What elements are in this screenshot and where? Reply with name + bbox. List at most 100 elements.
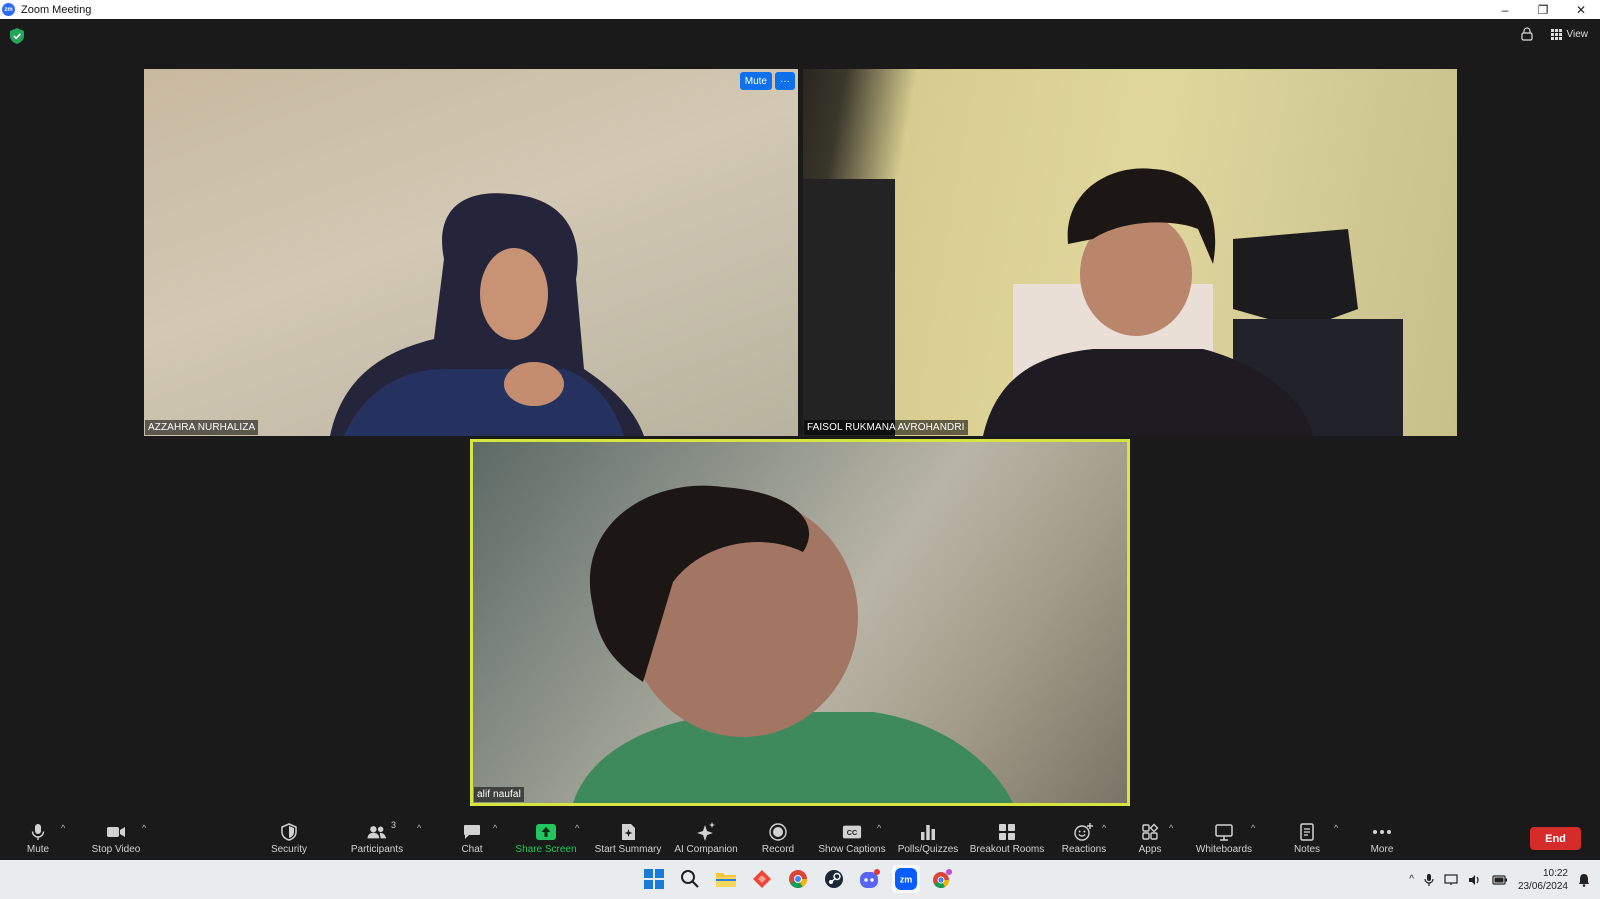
clock-date: 23/06/2024 [1517,880,1568,892]
show-captions-label: Show Captions [818,844,886,855]
apps-icon [1142,823,1159,840]
tile-mute-button[interactable]: Mute [739,72,772,90]
record-button[interactable]: Record [761,817,795,860]
participants-label: Participants [350,844,404,855]
meeting-area: View Mute ··· AZZAHRA NURHALIZA FAISOL R… [0,19,1600,817]
volume-icon[interactable] [1468,874,1482,886]
polls-button[interactable]: Polls/Quizzes [897,817,959,860]
breakout-rooms-icon [999,824,1015,840]
system-tray: ^ 10:22 23/06/2024 [1409,860,1590,899]
reactions-options-caret[interactable]: ^ [1102,823,1106,833]
participants-button[interactable]: 3 Participants [349,817,405,860]
notes-label: Notes [1293,844,1321,855]
zoom-label: zm [900,875,913,885]
view-button[interactable]: View [1550,28,1589,40]
closed-captions-icon: CC [842,825,862,839]
reactions-button[interactable]: Reactions [1062,817,1106,860]
notes-icon [1300,823,1314,841]
share-options-caret[interactable]: ^ [575,823,579,833]
participant-video-faisol [803,168,1403,436]
reactions-icon [1074,823,1093,841]
mute-button[interactable]: Mute [22,817,54,860]
stop-video-label: Stop Video [91,844,141,855]
tile-more-button[interactable]: ··· [775,72,795,90]
chrome-icon[interactable] [784,865,812,893]
captions-options-caret[interactable]: ^ [877,823,881,833]
discord-icon[interactable] [856,865,884,893]
chat-label: Chat [461,844,483,855]
apps-button[interactable]: Apps [1139,817,1161,860]
apps-label: Apps [1138,844,1162,855]
minimize-button[interactable]: – [1486,0,1524,19]
video-tile-alif[interactable]: alif naufal [470,439,1130,806]
participant-video-alif [573,485,1013,803]
stop-video-button[interactable]: Stop Video [88,817,144,860]
tile-actions: Mute ··· [739,72,795,90]
record-label: Record [761,844,795,855]
security-button[interactable]: Security [266,817,312,860]
tray-microphone-icon[interactable] [1424,873,1434,887]
steam-icon[interactable] [820,865,848,893]
participants-options-caret[interactable]: ^ [417,823,421,833]
search-icon[interactable] [676,865,704,893]
windows-taskbar: zm ^ 10:22 23/06/2024 [0,860,1600,899]
chat-icon [464,825,480,839]
reactions-label: Reactions [1061,844,1107,855]
ai-companion-button[interactable]: AI Companion [673,817,739,860]
shield-icon [281,823,297,841]
participant-name: AZZAHRA NURHALIZA [145,420,259,435]
immersive-view-icon[interactable] [1520,27,1533,41]
more-button[interactable]: More [1369,817,1395,860]
end-meeting-button[interactable]: End [1530,827,1581,850]
video-tile-faisol[interactable]: FAISOL RUKMANA AVROHANDRI [803,69,1457,436]
video-options-caret[interactable]: ^ [142,823,146,833]
zoom-icon[interactable]: zm [892,865,920,893]
whiteboards-options-caret[interactable]: ^ [1251,823,1255,833]
whiteboard-icon [1215,824,1233,841]
participant-name: FAISOL RUKMANA AVROHANDRI [804,420,968,435]
video-camera-icon [107,827,125,837]
encryption-shield-icon[interactable] [10,28,24,44]
chrome-profile-icon[interactable] [928,865,956,893]
participants-icon [367,826,387,839]
whiteboards-label: Whiteboards [1195,844,1253,855]
windows-start-icon[interactable] [640,865,668,893]
breakout-rooms-button[interactable]: Breakout Rooms [970,817,1044,860]
summary-icon [622,824,635,840]
tray-overflow-chevron[interactable]: ^ [1409,874,1414,885]
battery-icon[interactable] [1492,874,1508,885]
clock-time: 10:22 [1542,867,1568,879]
anydesk-icon[interactable] [748,865,776,893]
window-controls: – ❐ ✕ [1486,0,1600,19]
video-tile-azzahra[interactable]: Mute ··· AZZAHRA NURHALIZA [144,69,798,436]
mute-label: Mute [26,844,50,855]
whiteboards-button[interactable]: Whiteboards [1194,817,1254,860]
start-summary-label: Start Summary [594,844,662,855]
file-explorer-icon[interactable] [712,865,740,893]
notification-bell-icon[interactable] [1578,873,1590,887]
svg-text:CC: CC [847,828,858,837]
network-icon[interactable] [1444,873,1458,886]
more-dots-icon [1373,830,1391,834]
window-titlebar: zm Zoom Meeting – ❐ ✕ [0,0,1600,19]
share-screen-button[interactable]: Share Screen [515,817,577,860]
chat-button[interactable]: Chat [457,817,487,860]
ai-sparkle-icon [697,822,715,841]
show-captions-button[interactable]: CC Show Captions [818,817,886,860]
apps-options-caret[interactable]: ^ [1169,823,1173,833]
participants-count: 3 [390,820,396,830]
notes-button[interactable]: Notes [1292,817,1322,860]
notes-options-caret[interactable]: ^ [1334,823,1338,833]
taskbar-apps: zm [640,865,956,893]
polls-label: Polls/Quizzes [897,844,959,855]
chat-options-caret[interactable]: ^ [493,823,497,833]
zoom-app-icon: zm [2,3,15,16]
view-label: View [1566,28,1589,40]
audio-options-caret[interactable]: ^ [61,823,65,833]
breakout-rooms-label: Breakout Rooms [969,844,1045,855]
start-summary-button[interactable]: Start Summary [594,817,662,860]
microphone-icon [31,824,45,840]
close-button[interactable]: ✕ [1562,0,1600,19]
restore-button[interactable]: ❐ [1524,0,1562,19]
system-clock[interactable]: 10:22 23/06/2024 [1518,867,1568,893]
